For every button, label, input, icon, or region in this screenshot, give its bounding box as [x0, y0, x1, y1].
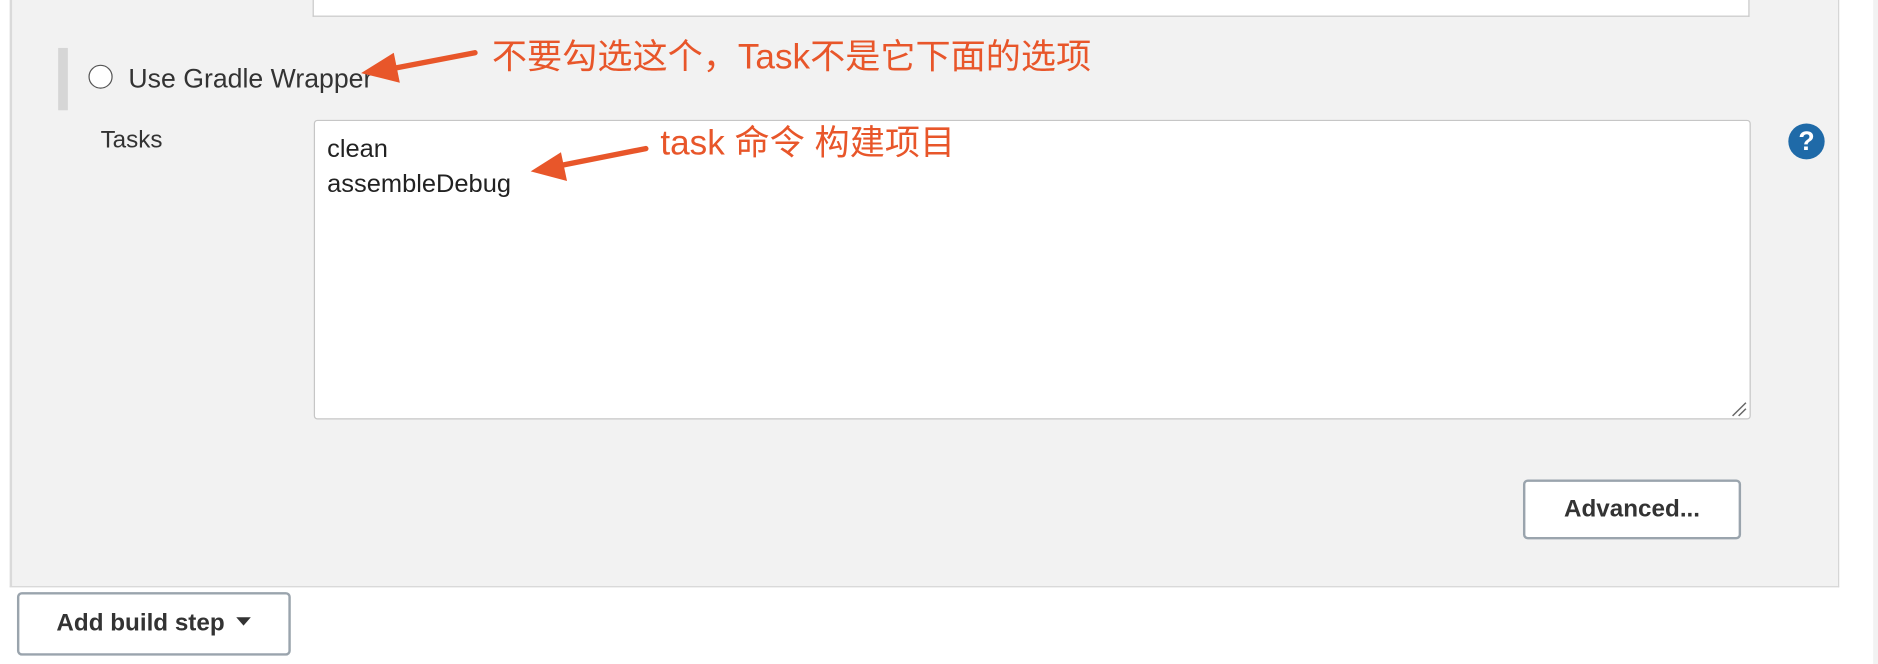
resize-handle-icon[interactable] [1730, 400, 1747, 417]
add-build-step-label: Add build step [56, 610, 225, 637]
task-line: clean [327, 135, 388, 164]
annotation-task-note: task 命令 构建项目 [660, 124, 956, 164]
use-gradle-wrapper-radio[interactable] [88, 64, 113, 89]
annotation-wrapper-note: 不要勾选这个，Task不是它下面的选项 [491, 38, 1092, 77]
radio-indent-bar [58, 47, 68, 111]
caret-down-icon [236, 617, 252, 626]
advanced-button[interactable]: Advanced... [1522, 479, 1742, 540]
help-icon[interactable]: ? [1788, 123, 1825, 160]
previous-field[interactable] [312, 0, 1750, 17]
use-gradle-wrapper-label: Use Gradle Wrapper [128, 63, 373, 94]
tasks-label: Tasks [100, 127, 163, 154]
task-line: assembleDebug [327, 170, 512, 198]
scroll-edge [1873, 0, 1878, 664]
tasks-textarea[interactable] [313, 119, 1751, 420]
jenkins-gradle-build-config: Use Gradle Wrapper Tasks clean assembleD… [0, 0, 1878, 664]
add-build-step-button[interactable]: Add build step [16, 592, 291, 656]
